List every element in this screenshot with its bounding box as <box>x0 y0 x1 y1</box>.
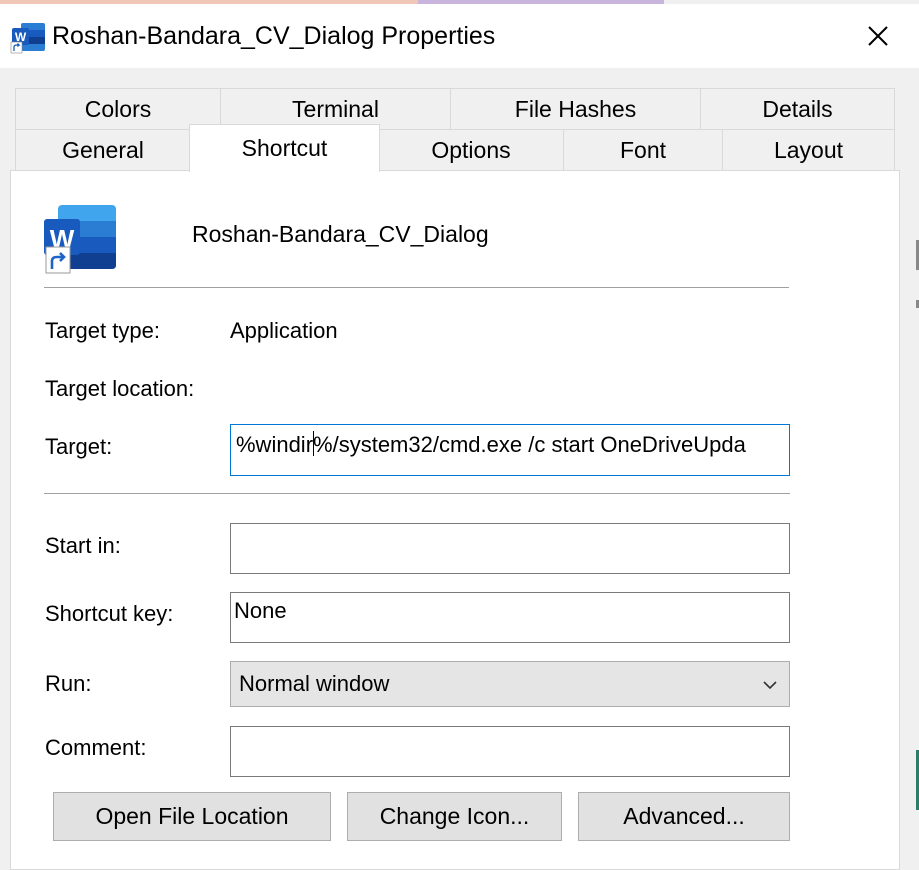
close-button[interactable] <box>850 14 906 58</box>
tab-layout[interactable]: Layout <box>722 129 895 171</box>
tab-shortcut[interactable]: Shortcut <box>189 124 380 172</box>
open-file-location-button[interactable]: Open File Location <box>53 792 331 841</box>
target-text-start: %windir <box>236 432 314 457</box>
run-label: Run: <box>45 671 92 696</box>
tab-options[interactable]: Options <box>378 129 564 171</box>
comment-label: Comment: <box>45 735 147 760</box>
word-file-icon: W <box>44 205 116 274</box>
chevron-down-icon <box>763 681 777 690</box>
target-text-end: %/system32/cmd.exe /c start OneDriveUpda <box>313 432 746 457</box>
shortcut-key-label: Shortcut key: <box>45 601 174 626</box>
separator-top <box>44 287 789 288</box>
run-select-value: Normal window <box>239 671 390 696</box>
tab-font[interactable]: Font <box>563 129 723 171</box>
advanced-button[interactable]: Advanced... <box>578 792 790 841</box>
target-location-label: Target location: <box>45 376 195 401</box>
tab-file-hashes[interactable]: File Hashes <box>450 88 701 130</box>
comment-input[interactable] <box>230 726 790 777</box>
background-window-edge <box>916 240 919 810</box>
shortcut-file-name: Roshan-Bandara_CV_Dialog <box>192 221 489 247</box>
run-select[interactable]: Normal window <box>230 661 790 707</box>
target-label: Target: <box>45 434 113 459</box>
change-icon-button[interactable]: Change Icon... <box>347 792 562 841</box>
tab-details[interactable]: Details <box>700 88 895 130</box>
word-shortcut-icon: W <box>10 23 45 54</box>
close-icon <box>868 26 888 46</box>
title-bar[interactable]: W Roshan-Bandara_CV_Dialog Properties <box>0 4 919 68</box>
shortcut-key-input[interactable]: None <box>230 592 790 643</box>
start-in-input[interactable] <box>230 523 790 574</box>
target-type-label: Target type: <box>45 318 160 343</box>
tab-general[interactable]: General <box>15 129 191 171</box>
separator-middle <box>44 493 790 494</box>
target-type-value: Application <box>230 318 338 343</box>
start-in-label: Start in: <box>45 533 121 558</box>
window-title: Roshan-Bandara_CV_Dialog Properties <box>52 22 496 50</box>
target-input[interactable]: %windir%/system32/cmd.exe /c start OneDr… <box>230 424 790 476</box>
